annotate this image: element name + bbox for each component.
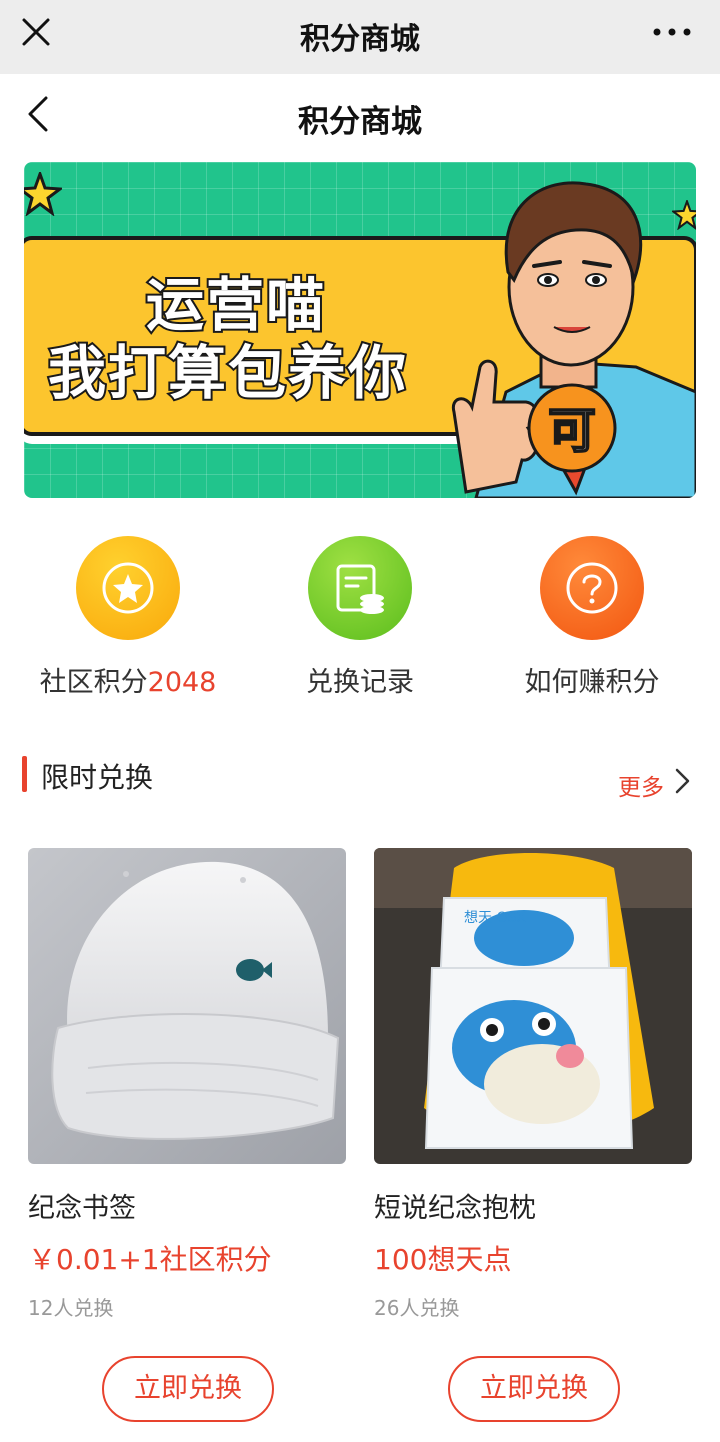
product-exchange-count: 12人兑换 xyxy=(28,1296,114,1320)
coins-record-icon xyxy=(308,536,412,640)
community-points-entry[interactable]: 社区积分2048 xyxy=(8,536,248,706)
how-to-earn-label: 如何赚积分 xyxy=(524,667,660,698)
pillow-logo-text: 想天 OSX xyxy=(464,910,526,926)
how-to-earn-entry[interactable]: 如何赚积分 xyxy=(472,536,712,706)
product-image-cap[interactable] xyxy=(28,848,346,1164)
star-icon xyxy=(76,536,180,640)
app-title: 积分商城 xyxy=(300,22,420,57)
product-name: 短说纪念抱枕 xyxy=(374,1193,536,1224)
product-name: 纪念书签 xyxy=(28,1193,136,1224)
app-top-bar: 积分商城 xyxy=(0,0,720,74)
product-image-pillow[interactable]: 想天 OSX xyxy=(374,848,692,1164)
limited-exchange-section-header: 限时兑换 更多 xyxy=(0,752,720,802)
community-points-value: 2048 xyxy=(147,667,217,698)
product-price: 100想天点 xyxy=(374,1243,512,1276)
section-title: 限时兑换 xyxy=(41,761,154,794)
cartoon-person-illustration: 可 xyxy=(451,181,696,498)
product-card[interactable]: 纪念书签 ￥0.01+1社区积分 12人兑换 立即兑换 xyxy=(28,848,346,1428)
more-dots-icon[interactable] xyxy=(652,26,692,38)
quick-entries: 社区积分2048 兑换记录 如何赚积分 xyxy=(0,536,720,706)
star-decoration-icon xyxy=(24,172,62,216)
more-link[interactable]: 更多 xyxy=(618,768,664,802)
exchange-records-entry[interactable]: 兑换记录 xyxy=(240,536,480,706)
promo-banner[interactable]: 运营喵 我打算包养你 可 xyxy=(24,162,696,498)
question-mark-icon xyxy=(540,536,644,640)
product-price: ￥0.01+1社区积分 xyxy=(28,1243,272,1276)
page-title: 积分商城 xyxy=(298,104,422,140)
banner-subheadline: 我打算包养你 xyxy=(46,337,409,409)
exchange-records-label: 兑换记录 xyxy=(306,667,414,698)
banner-badge-text: 可 xyxy=(548,403,596,459)
exchange-now-button[interactable]: 立即兑换 xyxy=(448,1356,620,1422)
chevron-right-icon[interactable] xyxy=(672,766,692,796)
product-exchange-count: 26人兑换 xyxy=(374,1296,460,1320)
community-points-label: 社区积分2048 xyxy=(39,667,217,698)
section-accent-bar xyxy=(22,756,27,792)
product-card[interactable]: 想天 OSX 短说纪念抱枕 100想天点 26人兑换 立即兑换 xyxy=(374,848,692,1428)
exchange-now-button[interactable]: 立即兑换 xyxy=(102,1356,274,1422)
page-header: 积分商城 xyxy=(0,74,720,160)
